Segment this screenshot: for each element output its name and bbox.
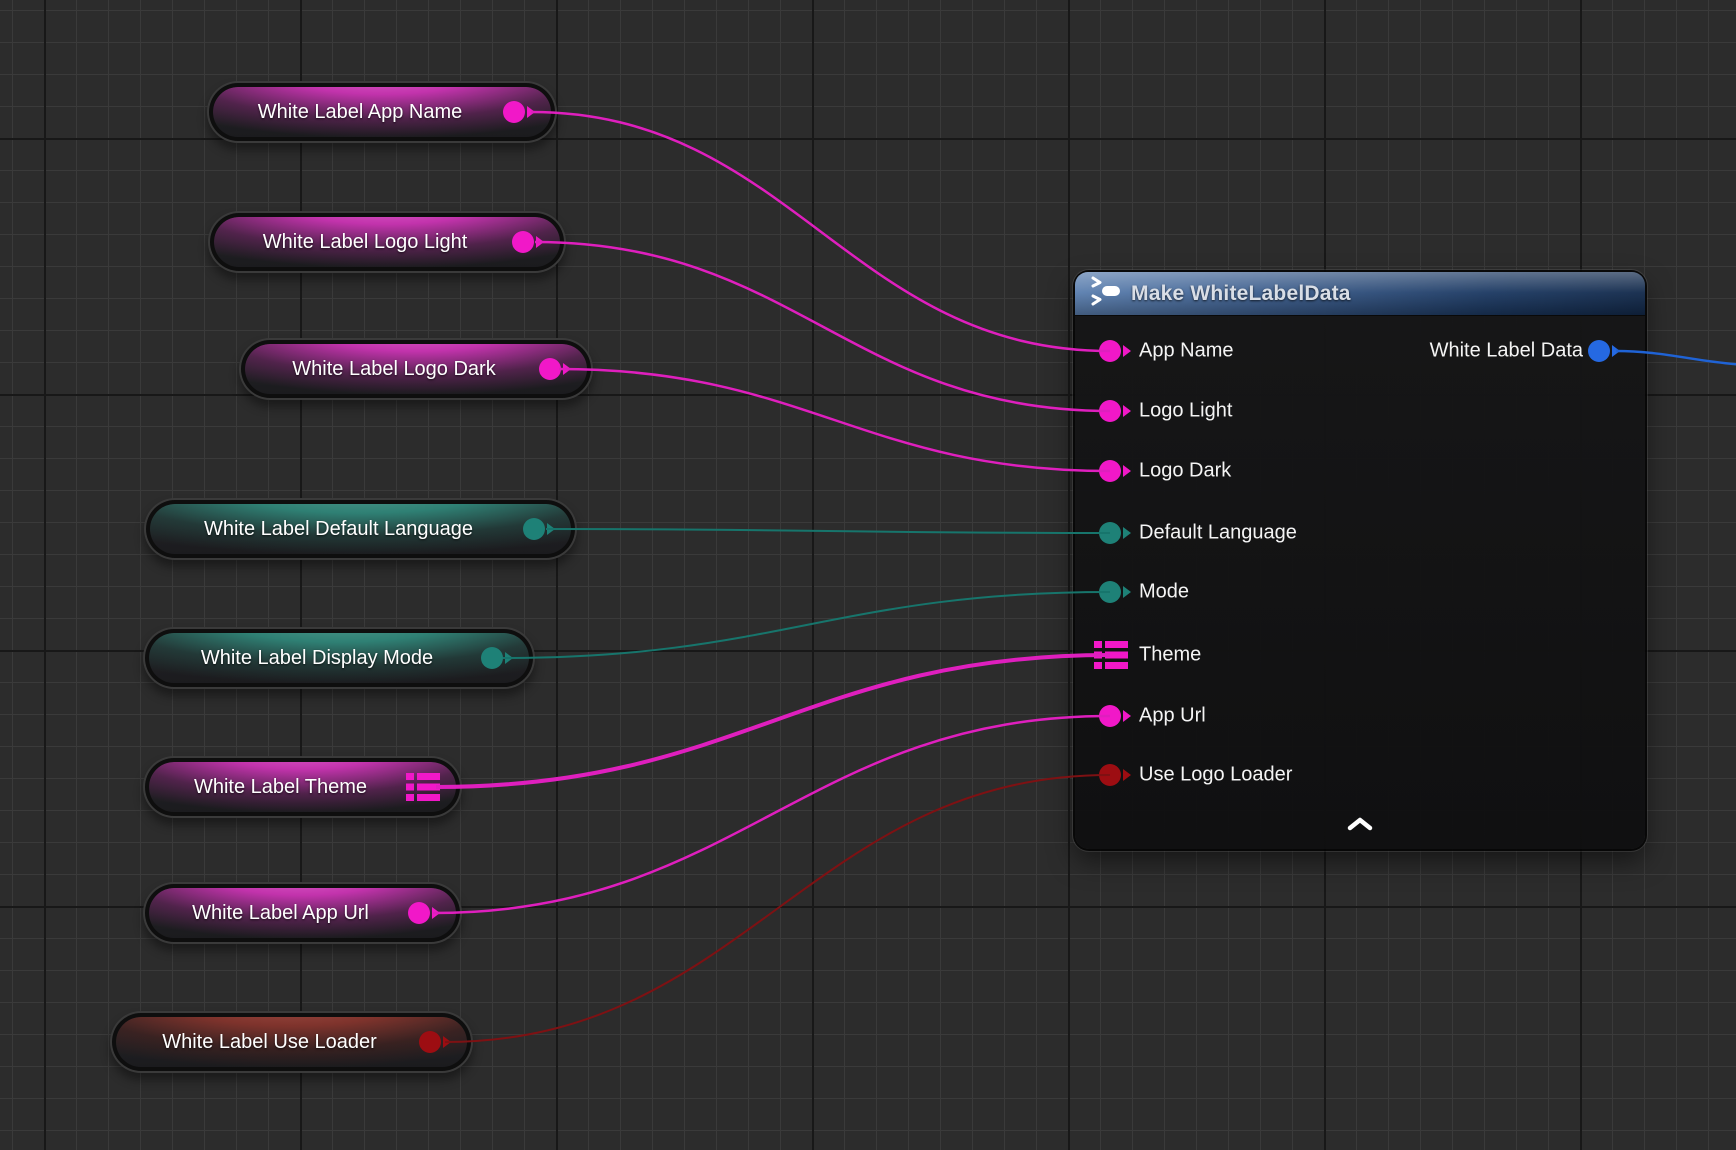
variable-label: White Label Theme xyxy=(194,776,367,799)
output-pin-enum[interactable] xyxy=(523,518,545,540)
pin-label: Use Logo Loader xyxy=(1139,764,1292,787)
output-pin-string[interactable] xyxy=(539,358,561,380)
input-row-logo-dark: Logo Dark xyxy=(1075,454,1355,488)
input-row-mode: Mode xyxy=(1075,575,1355,609)
variable-label: White Label App Url xyxy=(192,902,369,925)
make-whitelabeldata-node[interactable]: Make WhiteLabelData App Name Logo Light … xyxy=(1075,272,1645,849)
output-row-white-label-data: White Label Data xyxy=(1345,334,1645,368)
variable-node-logo-dark[interactable]: White Label Logo Dark xyxy=(239,338,593,400)
output-pin-struct[interactable] xyxy=(1588,340,1610,362)
struct-pin-icon[interactable] xyxy=(1094,641,1128,674)
input-row-logo-light: Logo Light xyxy=(1075,394,1355,428)
input-row-use-logo-loader: Use Logo Loader xyxy=(1075,758,1375,792)
node-header[interactable]: Make WhiteLabelData xyxy=(1075,272,1645,316)
chevron-up-icon[interactable] xyxy=(1346,816,1374,832)
variable-node-logo-light[interactable]: White Label Logo Light xyxy=(208,211,566,273)
variable-label: White Label Logo Dark xyxy=(292,358,495,381)
struct-pin-icon[interactable] xyxy=(406,773,440,806)
variable-label: White Label Default Language xyxy=(204,518,473,541)
output-pin-string[interactable] xyxy=(408,902,430,924)
pin-label: Default Language xyxy=(1139,522,1297,545)
input-row-default-language: Default Language xyxy=(1075,516,1375,550)
pin-label: App Name xyxy=(1139,340,1234,363)
variable-node-default-language[interactable]: White Label Default Language xyxy=(144,498,577,560)
variable-node-app-url[interactable]: White Label App Url xyxy=(143,882,462,944)
variable-node-use-loader[interactable]: White Label Use Loader xyxy=(110,1011,473,1073)
variable-node-theme[interactable]: White Label Theme xyxy=(143,756,462,818)
variable-label: White Label Display Mode xyxy=(201,647,433,670)
input-row-theme: Theme xyxy=(1075,638,1355,672)
output-pin-string[interactable] xyxy=(503,101,525,123)
node-title: Make WhiteLabelData xyxy=(1131,282,1351,306)
input-row-app-name: App Name xyxy=(1075,334,1355,368)
variable-label: White Label Use Loader xyxy=(162,1031,377,1054)
pin-label: White Label Data xyxy=(1430,340,1583,363)
variable-label: White Label Logo Light xyxy=(263,231,468,254)
pin-label: Theme xyxy=(1139,644,1201,667)
pin-label: Mode xyxy=(1139,581,1189,604)
output-pin-string[interactable] xyxy=(512,231,534,253)
variable-label: White Label App Name xyxy=(258,101,463,124)
output-pin-enum[interactable] xyxy=(481,647,503,669)
pin-label: Logo Light xyxy=(1139,400,1232,423)
input-row-app-url: App Url xyxy=(1075,699,1355,733)
pin-label: Logo Dark xyxy=(1139,460,1231,483)
variable-node-display-mode[interactable]: White Label Display Mode xyxy=(143,627,535,689)
variable-node-app-name[interactable]: White Label App Name xyxy=(207,81,557,143)
blueprint-graph-canvas[interactable]: { "app": "Unreal Engine Blueprint Graph"… xyxy=(0,0,1736,1150)
pin-label: App Url xyxy=(1139,705,1206,728)
output-pin-bool[interactable] xyxy=(419,1031,441,1053)
make-struct-icon xyxy=(1089,276,1121,311)
